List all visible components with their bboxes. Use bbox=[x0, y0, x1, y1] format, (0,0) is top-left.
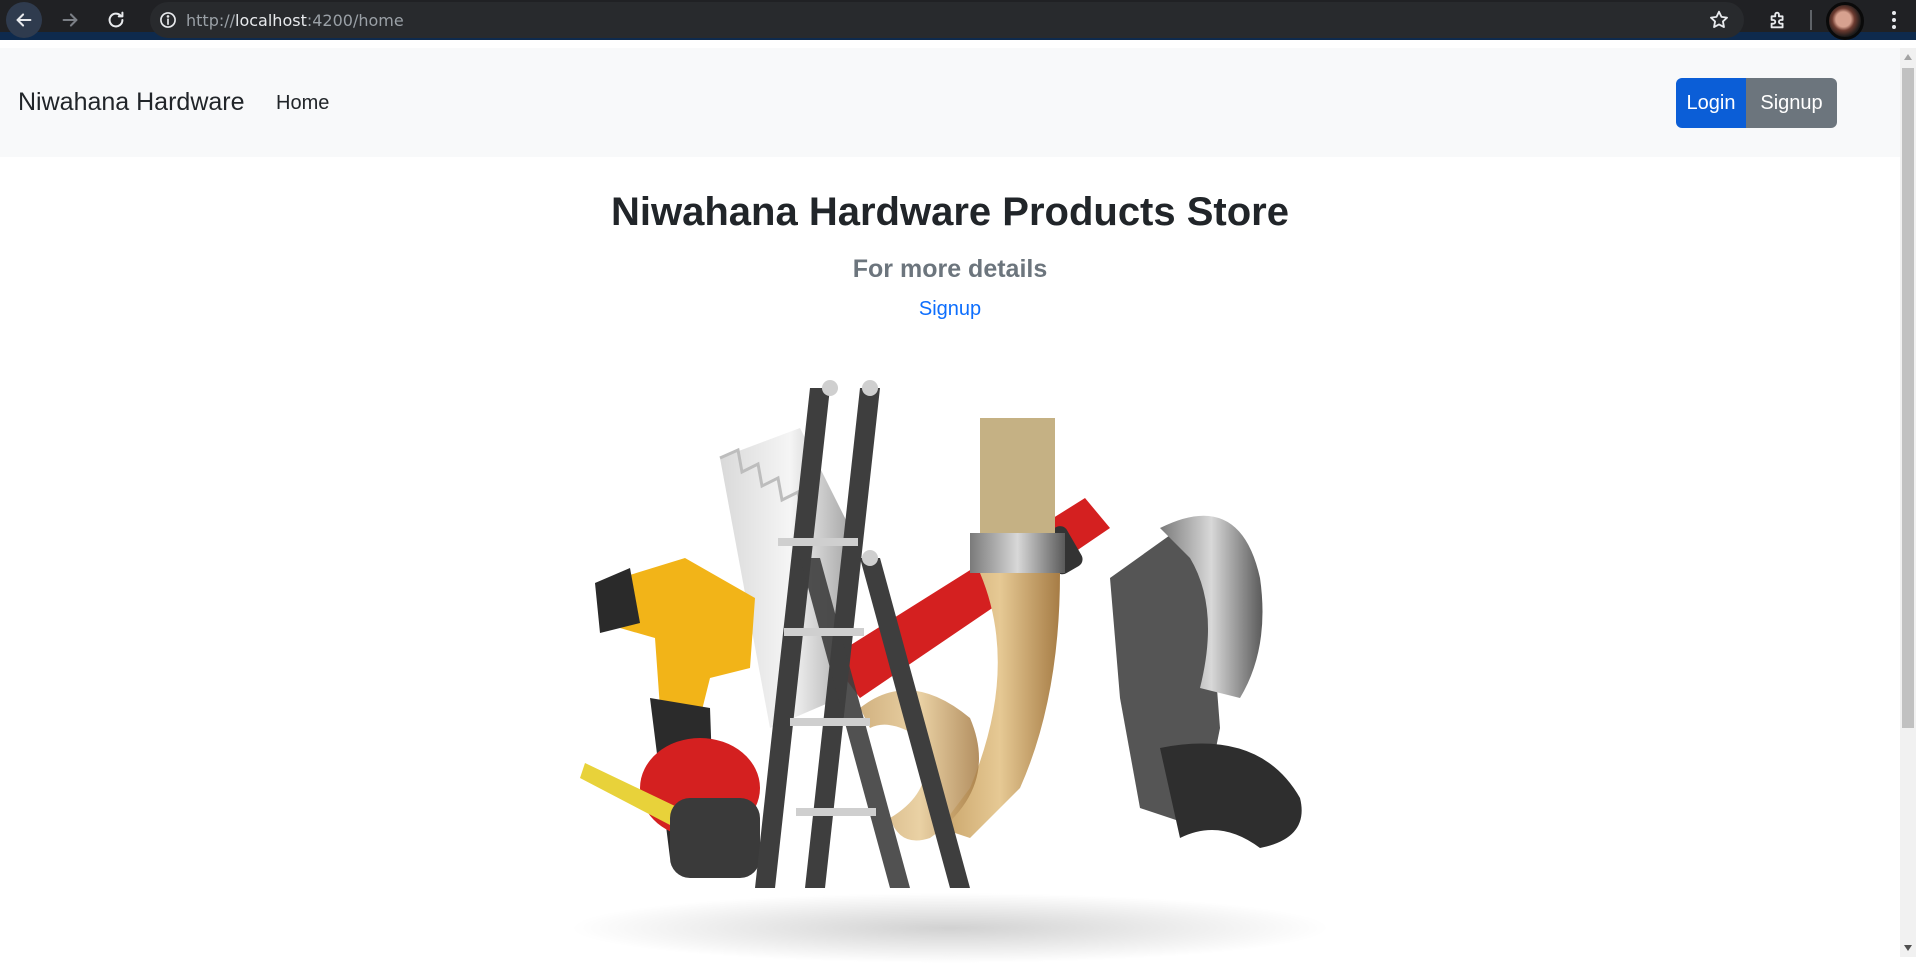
site-info-icon[interactable] bbox=[150, 2, 186, 38]
page-scrollbar[interactable] bbox=[1900, 48, 1916, 957]
scroll-thumb[interactable] bbox=[1902, 68, 1914, 728]
page-title: Niwahana Hardware Products Store bbox=[611, 190, 1289, 234]
nav-link-home[interactable]: Home bbox=[276, 92, 329, 115]
back-button[interactable] bbox=[6, 2, 42, 38]
bookmark-star-icon[interactable] bbox=[1708, 9, 1730, 31]
extensions-icon[interactable] bbox=[1764, 6, 1792, 34]
address-bar[interactable]: http://localhost:4200/home bbox=[150, 2, 1744, 38]
scroll-down-icon[interactable] bbox=[1904, 945, 1912, 951]
scroll-up-icon[interactable] bbox=[1904, 54, 1912, 60]
reload-icon bbox=[108, 11, 124, 28]
browser-toolbar: http://localhost:4200/home bbox=[0, 0, 1916, 40]
url-text[interactable]: http://localhost:4200/home bbox=[186, 11, 404, 30]
url-path: :4200/home bbox=[306, 10, 404, 30]
reload-button[interactable] bbox=[96, 0, 136, 40]
toolbar-separator bbox=[1810, 10, 1812, 30]
signup-button[interactable]: Signup bbox=[1746, 78, 1837, 128]
page: Niwahana Hardware Home Login Signup Niwa… bbox=[0, 48, 1900, 963]
hardware-tools-image bbox=[570, 380, 1330, 963]
forward-button[interactable] bbox=[50, 0, 90, 40]
url-scheme: http:// bbox=[186, 10, 236, 30]
browser-menu-icon[interactable] bbox=[1880, 6, 1908, 34]
arrow-right-icon bbox=[62, 13, 78, 27]
brand-link[interactable]: Niwahana Hardware bbox=[18, 88, 245, 117]
auth-button-group: Login Signup bbox=[1676, 78, 1837, 128]
arrow-left-icon bbox=[16, 13, 32, 27]
login-button[interactable]: Login bbox=[1676, 78, 1746, 128]
page-subtitle: For more details bbox=[852, 255, 1048, 283]
url-host: localhost bbox=[235, 10, 307, 30]
navbar: Niwahana Hardware Home Login Signup bbox=[0, 48, 1900, 157]
profile-avatar[interactable] bbox=[1826, 2, 1864, 40]
signup-link[interactable]: Signup bbox=[0, 298, 1900, 321]
